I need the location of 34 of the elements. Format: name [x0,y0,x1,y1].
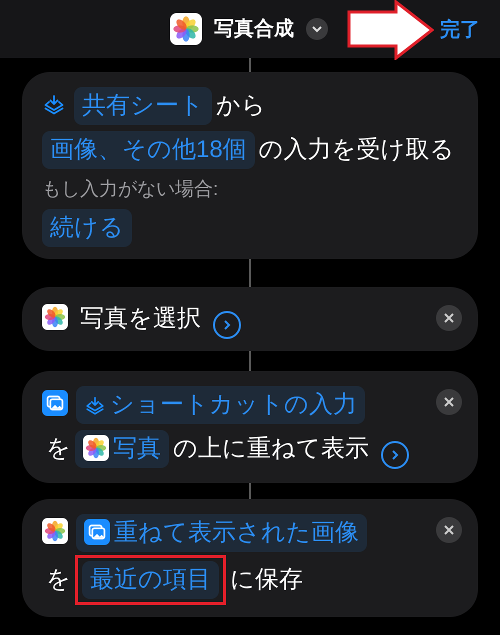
fallback-label: もし入力がない場合: [42,178,220,202]
shortcut-title: 写真合成 [214,17,294,42]
close-button[interactable] [436,388,462,414]
flower-icon [42,518,68,544]
action-text: を [45,566,72,592]
variable-token[interactable]: ショートカットの入力 [76,386,365,424]
tray-stack-icon [42,93,66,117]
image-stack-icon [42,390,68,416]
details-button[interactable] [381,440,409,468]
image-stack-icon [84,518,110,544]
flower-icon [170,13,202,45]
tray-stack-icon [84,394,106,416]
close-icon [444,312,454,322]
variable-token[interactable]: 最近の項目 [82,560,219,598]
close-button[interactable] [436,516,462,542]
variable-token[interactable]: 共有シート [74,87,212,125]
done-button[interactable]: 完了 [440,15,480,45]
details-button[interactable] [213,310,241,338]
variable-token[interactable]: 写真 [75,430,169,468]
action-text: 写真を選択 [79,304,202,332]
variable-token[interactable]: 重ねて表示された画像 [76,514,367,552]
flower-icon [83,434,109,460]
close-button[interactable] [436,304,462,330]
chevron-button[interactable] [306,18,328,40]
variable-token[interactable]: 画像、その他18個 [42,131,255,169]
action-text: を [45,434,72,462]
flower-icon [42,304,68,330]
close-icon [444,524,454,534]
action-text: から [215,92,267,119]
action-text: の入力を受け取る [258,136,456,163]
action-text: に保存 [229,566,304,592]
variable-token[interactable]: 続ける [42,208,132,246]
close-icon [444,396,454,406]
action-text: の上に重ねて表示 [172,434,370,462]
